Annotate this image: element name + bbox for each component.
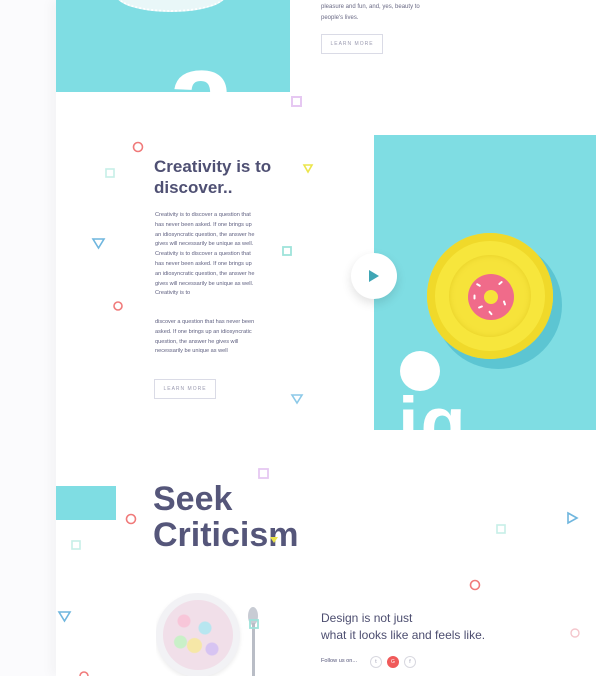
deco-triangle: [91, 238, 106, 250]
deco-square: [291, 96, 302, 107]
deco-circle: [469, 579, 481, 591]
deco-triangle: [270, 537, 278, 543]
deco-triangle: [57, 611, 72, 623]
deco-circle: [125, 513, 137, 525]
deco-square: [258, 468, 269, 479]
deco-square: [282, 246, 292, 256]
deco-circle: [79, 671, 89, 676]
deco-circle: [132, 141, 144, 153]
deco-square: [496, 524, 506, 534]
decorative-shapes: [57, 96, 580, 676]
deco-circle: [570, 628, 580, 638]
deco-triangle: [567, 511, 579, 525]
deco-square: [249, 619, 259, 629]
deco-triangle: [290, 394, 304, 405]
deco-square: [105, 168, 115, 178]
deco-square: [71, 540, 81, 550]
deco-triangle: [302, 164, 314, 174]
deco-circle: [113, 301, 123, 311]
page: a pleasure and fun, and, yes, beauty to …: [0, 0, 596, 676]
